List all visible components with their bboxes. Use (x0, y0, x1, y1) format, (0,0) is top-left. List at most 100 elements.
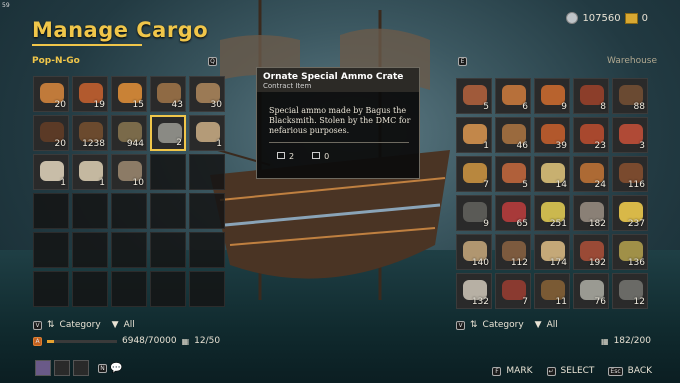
empty-slot[interactable] (33, 193, 69, 229)
left-filter-label[interactable]: All (124, 320, 135, 330)
inventory-slot[interactable]: 20 (33, 76, 69, 112)
inventory-slot[interactable]: 136 (612, 234, 648, 270)
item-quantity: 251 (549, 219, 567, 229)
inventory-slot[interactable]: 23 (573, 117, 609, 153)
inventory-slot[interactable]: 19 (72, 76, 108, 112)
empty-slot[interactable] (111, 271, 147, 307)
sort-icon[interactable]: ⇅ (470, 320, 478, 330)
inventory-slot[interactable]: 10 (111, 154, 147, 190)
tooltip-item-name: Ornate Special Ammo Crate (263, 72, 404, 82)
back-hint[interactable]: Esc BACK (608, 366, 652, 376)
inventory-slot[interactable]: 1238 (72, 115, 108, 151)
left-slots-used: 12/50 (194, 336, 221, 346)
left-panel-key[interactable]: Q (208, 57, 217, 66)
empty-slot[interactable] (72, 271, 108, 307)
right-sort-label[interactable]: Category (483, 320, 524, 330)
inventory-slot[interactable]: 237 (612, 195, 648, 231)
inventory-slot[interactable]: 7 (495, 273, 531, 309)
weight-bar-fill (47, 339, 54, 343)
tooltip-stats: 2 0 (277, 152, 329, 161)
inventory-slot[interactable]: 5 (495, 156, 531, 192)
empty-slot[interactable] (150, 193, 186, 229)
empty-slot[interactable] (33, 271, 69, 307)
empty-slot[interactable] (72, 232, 108, 268)
inventory-slot[interactable]: 39 (534, 117, 570, 153)
chest-icon (312, 152, 321, 159)
empty-slot[interactable] (189, 271, 225, 307)
inventory-slot[interactable]: 9 (534, 78, 570, 114)
mark-key: F (492, 366, 502, 376)
crew-slot-2[interactable] (54, 360, 70, 376)
inventory-slot[interactable]: 1 (189, 115, 225, 151)
item-quantity: 182 (588, 219, 606, 229)
inventory-slot[interactable]: 2 (150, 115, 186, 151)
tooltip-item-type: Contract Item (263, 82, 312, 90)
filter-icon[interactable]: ▼ (112, 320, 119, 330)
inventory-slot[interactable]: 174 (534, 234, 570, 270)
inventory-slot[interactable]: 192 (573, 234, 609, 270)
left-sort-key[interactable]: V (33, 320, 42, 330)
inventory-slot[interactable]: 65 (495, 195, 531, 231)
inventory-slot[interactable]: 9 (456, 195, 492, 231)
item-quantity: 1 (216, 139, 222, 149)
inventory-slot[interactable]: 46 (495, 117, 531, 153)
inventory-slot[interactable]: 1 (33, 154, 69, 190)
empty-slot[interactable] (150, 154, 186, 190)
inventory-slot[interactable]: 30 (189, 76, 225, 112)
mark-hint[interactable]: F MARK (492, 366, 533, 376)
slots-icon: ▦ (601, 336, 609, 346)
inventory-slot[interactable]: 182 (573, 195, 609, 231)
inventory-slot[interactable]: 112 (495, 234, 531, 270)
inventory-slot[interactable]: 140 (456, 234, 492, 270)
inventory-slot[interactable]: 132 (456, 273, 492, 309)
inventory-slot[interactable]: 12 (612, 273, 648, 309)
left-sort-label[interactable]: Category (60, 320, 101, 330)
select-label: SELECT (560, 366, 595, 376)
right-sort-key[interactable]: V (456, 320, 465, 330)
empty-slot[interactable] (189, 193, 225, 229)
inventory-slot[interactable]: 20 (33, 115, 69, 151)
right-panel-key[interactable]: E (458, 57, 467, 66)
inventory-slot[interactable]: 1 (72, 154, 108, 190)
empty-slot[interactable] (72, 193, 108, 229)
filter-icon[interactable]: ▼ (535, 320, 542, 330)
empty-slot[interactable] (189, 232, 225, 268)
chat-key[interactable]: N (98, 363, 107, 373)
gold-amount: 0 (641, 12, 648, 24)
inventory-slot[interactable]: 88 (612, 78, 648, 114)
empty-slot[interactable] (189, 154, 225, 190)
control-hints: F MARK ↵ SELECT Esc BACK (492, 366, 652, 376)
inventory-slot[interactable]: 15 (111, 76, 147, 112)
empty-slot[interactable] (150, 232, 186, 268)
chat-icon[interactable]: 💬 (110, 363, 122, 374)
inventory-slot[interactable]: 3 (612, 117, 648, 153)
inventory-slot[interactable]: 116 (612, 156, 648, 192)
right-sort-bar: V ⇅ Category ▼ All (456, 320, 558, 330)
inventory-slot[interactable]: 43 (150, 76, 186, 112)
inventory-slot[interactable]: 7 (456, 156, 492, 192)
inventory-slot[interactable]: 1 (456, 117, 492, 153)
inventory-slot[interactable]: 251 (534, 195, 570, 231)
inventory-slot[interactable]: 944 (111, 115, 147, 151)
crew-slot-3[interactable] (73, 360, 89, 376)
item-quantity: 174 (549, 258, 567, 268)
inventory-slot[interactable]: 14 (534, 156, 570, 192)
item-quantity: 43 (171, 100, 183, 110)
item-quantity: 23 (594, 141, 606, 151)
empty-slot[interactable] (33, 232, 69, 268)
empty-slot[interactable] (150, 271, 186, 307)
inventory-slot[interactable]: 8 (573, 78, 609, 114)
empty-slot[interactable] (111, 232, 147, 268)
item-quantity: 5 (483, 102, 489, 112)
select-hint[interactable]: ↵ SELECT (546, 366, 595, 376)
inventory-slot[interactable]: 76 (573, 273, 609, 309)
crew-slot-1[interactable] (35, 360, 51, 376)
inventory-slot[interactable]: 6 (495, 78, 531, 114)
right-filter-label[interactable]: All (547, 320, 558, 330)
inventory-slot[interactable]: 5 (456, 78, 492, 114)
sort-icon[interactable]: ⇅ (47, 320, 55, 330)
inventory-slot[interactable]: 24 (573, 156, 609, 192)
empty-slot[interactable] (111, 193, 147, 229)
fps-counter: 59 (2, 2, 10, 9)
inventory-slot[interactable]: 11 (534, 273, 570, 309)
